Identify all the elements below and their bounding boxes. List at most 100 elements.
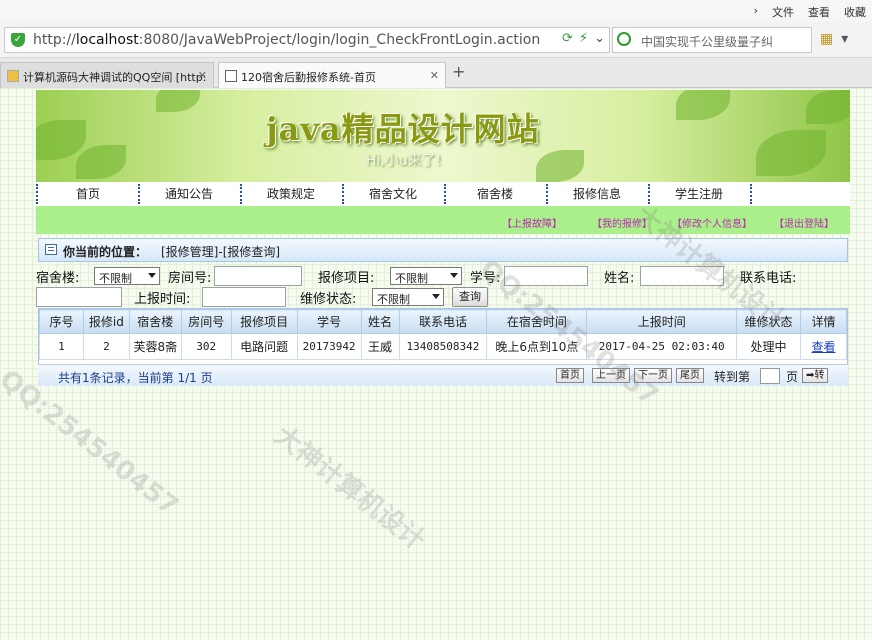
status-label: 维修状态: xyxy=(300,292,357,307)
column-header: 在宿舍时间 xyxy=(486,309,588,334)
menu-view[interactable]: 查看 xyxy=(808,4,830,20)
nav-repair-info[interactable]: 报修信息 xyxy=(548,182,646,206)
column-header: 联系电话 xyxy=(398,309,488,334)
menu-file[interactable]: 文件 xyxy=(772,4,794,20)
my-repairs-link[interactable]: 【我的报修】 xyxy=(592,215,652,230)
cell-name: 王威 xyxy=(360,333,400,360)
cell-status: 处理中 xyxy=(736,333,801,360)
logout-link[interactable]: 【退出登陆】 xyxy=(774,215,834,230)
column-header: 学号 xyxy=(296,309,362,334)
column-header: 报修项目 xyxy=(230,309,298,334)
nav-divider xyxy=(750,184,752,204)
chevron-down-icon xyxy=(148,273,156,278)
column-header: 房间号 xyxy=(180,309,232,334)
room-label: 房间号: xyxy=(168,271,212,286)
view-detail-link[interactable]: 查看 xyxy=(811,340,835,354)
tab-label: 计算机源码大神调试的QQ空间 [http: xyxy=(23,71,207,84)
name-label: 姓名: xyxy=(604,271,635,286)
column-header: 上报时间 xyxy=(586,309,738,334)
search-box[interactable]: 中国实现千公里级量子纠 xyxy=(612,27,812,53)
site-greeting: Hi,小u来了! xyxy=(366,153,442,169)
search-input[interactable]: 中国实现千公里级量子纠 xyxy=(641,33,773,50)
cell-room: 302 xyxy=(180,333,232,360)
cell-phone: 13408508342 xyxy=(398,333,488,360)
more-icon[interactable]: ▾ xyxy=(841,31,848,47)
status-select[interactable]: 不限制 xyxy=(372,288,444,306)
browser-menubar: › 文件 查看 收藏 xyxy=(0,0,872,22)
page-favicon-icon xyxy=(225,70,237,82)
query-button[interactable]: 查询 xyxy=(452,287,488,307)
breadcrumb: 你当前的位置： [报修管理]-[报修查询] xyxy=(38,238,848,262)
url-host: localhost xyxy=(75,32,139,48)
dorm-building-select-value: 不限制 xyxy=(99,272,132,285)
dorm-building-label: 宿舍楼: xyxy=(36,271,80,286)
tab-repair-system[interactable]: 120宿舍后勤报修系统-首页 ✕ xyxy=(218,62,446,88)
url-path: :8080/JavaWebProject/login/login_CheckFr… xyxy=(138,32,541,48)
search-icon xyxy=(617,32,631,46)
chevron-down-icon[interactable]: ⌄ xyxy=(594,31,605,46)
nav-dorm-building[interactable]: 宿舍楼 xyxy=(446,182,544,206)
address-bar[interactable]: ✓ http://localhost:8080/JavaWebProject/l… xyxy=(4,27,610,53)
tab-bar: 计算机源码大神调试的QQ空间 [http: ✕ 120宿舍后勤报修系统-首页 ✕ xyxy=(0,58,872,88)
page-content: java精品设计网站 Hi,小u来了! 首页 通知公告 政策规定 宿舍文化 宿舍… xyxy=(0,88,872,640)
column-header: 序号 xyxy=(39,309,84,334)
column-header: 报修id xyxy=(82,309,130,334)
go-page-button[interactable]: ➡转 xyxy=(802,368,829,383)
leaf-decoration xyxy=(156,90,200,112)
nav-dorm-culture[interactable]: 宿舍文化 xyxy=(344,182,442,206)
user-action-bar: 【上报故障】 【我的报修】 【修改个人信息】 【退出登陆】 xyxy=(36,206,850,234)
repair-item-label: 报修项目: xyxy=(318,271,375,286)
site-banner: java精品设计网站 Hi,小u来了! xyxy=(36,90,850,182)
edit-profile-link[interactable]: 【修改个人信息】 xyxy=(672,215,752,230)
menu-favorites[interactable]: 收藏 xyxy=(844,4,866,20)
page-favicon-icon xyxy=(7,70,19,82)
room-input[interactable] xyxy=(214,266,302,286)
refresh-icon[interactable]: ⟳ xyxy=(562,31,573,46)
report-fault-link[interactable]: 【上报故障】 xyxy=(502,215,562,230)
prev-page-button[interactable]: 上一页 xyxy=(592,368,630,383)
phone-label: 联系电话: xyxy=(740,271,797,286)
repair-item-select[interactable]: 不限制 xyxy=(390,267,462,285)
chevron-down-icon xyxy=(450,273,458,278)
next-page-button[interactable]: 下一页 xyxy=(634,368,672,383)
dorm-building-select[interactable]: 不限制 xyxy=(94,267,160,285)
phone-input[interactable] xyxy=(36,287,122,307)
nav-policies[interactable]: 政策规定 xyxy=(242,182,340,206)
page-number-input[interactable] xyxy=(760,368,780,384)
column-header: 维修状态 xyxy=(736,309,801,334)
lightning-icon[interactable]: ⚡ xyxy=(579,31,588,46)
jump-to-label: 转到第 xyxy=(714,370,751,384)
report-time-input[interactable] xyxy=(202,287,286,307)
grid-apps-icon[interactable]: ▦ xyxy=(820,31,833,47)
column-header: 宿舍楼 xyxy=(128,309,182,334)
new-tab-button[interactable]: + xyxy=(452,62,465,81)
cell-report-time: 2017-04-25 02:03:40 xyxy=(586,333,738,360)
close-tab-icon[interactable]: ✕ xyxy=(198,69,207,82)
table-row: 1 2 芙蓉8斋 302 电路问题 20173942 王威 1340850834… xyxy=(39,333,848,360)
nav-notices[interactable]: 通知公告 xyxy=(140,182,238,206)
leaf-decoration xyxy=(806,90,850,124)
pagination-bar: 共有1条记录，当前第 1/1 页 首页 上一页 下一页 尾页 转到第 页 ➡转 xyxy=(38,364,848,386)
status-select-value: 不限制 xyxy=(377,293,410,306)
address-text[interactable]: http://localhost:8080/JavaWebProject/log… xyxy=(33,32,540,48)
cell-index: 1 xyxy=(39,333,84,360)
cell-repair-item: 电路问题 xyxy=(230,333,298,360)
close-tab-icon[interactable]: ✕ xyxy=(430,69,439,82)
cell-detail: 查看 xyxy=(799,333,848,360)
name-input[interactable] xyxy=(640,266,724,286)
position-path: [报修管理]-[报修查询] xyxy=(161,245,281,259)
repair-item-select-value: 不限制 xyxy=(395,272,428,285)
pagination-summary: 共有1条记录，当前第 1/1 页 xyxy=(58,371,213,385)
last-page-button[interactable]: 尾页 xyxy=(676,368,704,383)
tab-qq-space[interactable]: 计算机源码大神调试的QQ空间 [http: ✕ xyxy=(0,62,214,88)
table-header-row: 序号 报修id 宿舍楼 房间号 报修项目 学号 姓名 联系电话 在宿舍时间 上报… xyxy=(39,309,848,334)
first-page-button[interactable]: 首页 xyxy=(556,368,584,383)
nav-divider xyxy=(36,184,38,204)
menu-arrow-icon[interactable]: › xyxy=(754,4,758,20)
nav-home[interactable]: 首页 xyxy=(40,182,136,206)
cell-student-no: 20173942 xyxy=(296,333,362,360)
nav-student-register[interactable]: 学生注册 xyxy=(650,182,748,206)
watermark: 大神计算机设计 xyxy=(268,420,431,557)
student-no-input[interactable] xyxy=(504,266,588,286)
security-shield-icon: ✓ xyxy=(11,33,25,47)
